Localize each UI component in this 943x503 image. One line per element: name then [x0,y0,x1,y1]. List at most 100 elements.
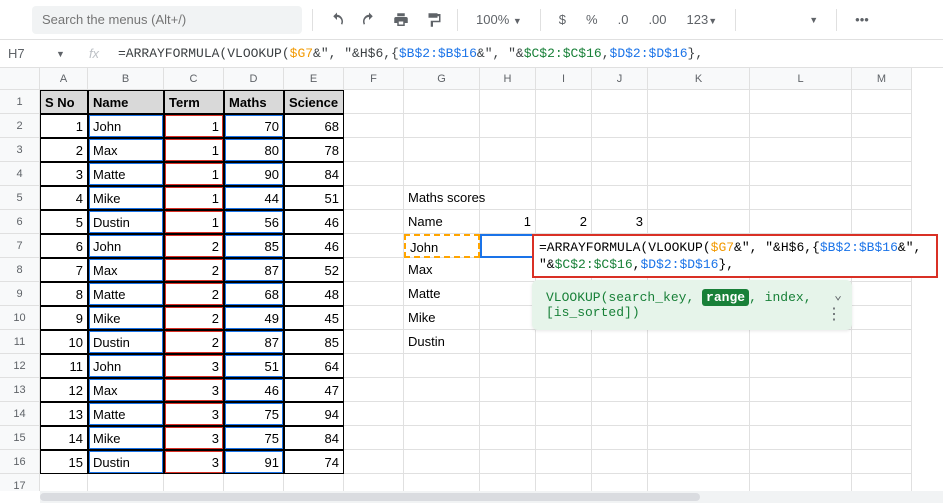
table1-cell[interactable]: 1 [164,138,224,162]
table1-cell[interactable]: 46 [224,378,284,402]
decrease-decimal-button[interactable]: .0 [610,12,637,27]
format-percent-button[interactable]: % [578,12,606,27]
column-header-J[interactable]: J [592,68,648,90]
row-header-8[interactable]: 8 [0,258,40,282]
cell[interactable] [344,210,404,234]
cell[interactable] [648,354,750,378]
print-icon[interactable] [387,6,415,34]
table1-cell[interactable]: 68 [224,282,284,306]
table1-cell[interactable]: Mike [88,306,164,330]
table1-cell[interactable]: 2 [40,138,88,162]
cell[interactable] [40,474,88,491]
cell[interactable] [536,354,592,378]
cell[interactable] [344,306,404,330]
table1-cell[interactable]: 3 [164,450,224,474]
column-header-B[interactable]: B [88,68,164,90]
cell[interactable] [750,138,852,162]
cell[interactable] [344,330,404,354]
cell[interactable] [648,426,750,450]
cell[interactable] [344,450,404,474]
table1-cell[interactable]: John [88,114,164,138]
cell[interactable] [852,114,912,138]
cell-formula-editor[interactable]: =ARRAYFORMULA(VLOOKUP($G7&", "&H$6,{$B$2… [532,234,938,278]
table1-header[interactable]: S No [40,90,88,114]
table2-name-cell[interactable]: Mike [404,306,480,330]
menu-search-input[interactable] [32,6,302,34]
cell[interactable] [344,426,404,450]
cell[interactable] [852,186,912,210]
table1-cell[interactable]: 74 [284,450,344,474]
cell[interactable] [404,474,480,491]
table1-cell[interactable]: 7 [40,258,88,282]
row-header-7[interactable]: 7 [0,234,40,258]
cell[interactable] [344,138,404,162]
table1-cell[interactable]: 1 [164,186,224,210]
column-header-C[interactable]: C [164,68,224,90]
table1-cell[interactable]: 6 [40,234,88,258]
table1-cell[interactable]: 5 [40,210,88,234]
table1-cell[interactable]: 8 [40,282,88,306]
table1-cell[interactable]: 87 [224,330,284,354]
row-header-17[interactable]: 17 [0,474,40,491]
cell[interactable] [404,426,480,450]
cell[interactable] [648,210,750,234]
table1-header[interactable]: Name [88,90,164,114]
table1-cell[interactable]: 4 [40,186,88,210]
table1-cell[interactable]: 46 [284,210,344,234]
cell[interactable] [164,474,224,491]
cell[interactable] [750,162,852,186]
row-header-12[interactable]: 12 [0,354,40,378]
cell[interactable] [750,90,852,114]
table1-cell[interactable]: Max [88,258,164,282]
column-header-K[interactable]: K [648,68,750,90]
cell[interactable] [592,138,648,162]
cell[interactable] [592,354,648,378]
table1-cell[interactable]: 49 [224,306,284,330]
cell[interactable] [592,426,648,450]
row-header-5[interactable]: 5 [0,186,40,210]
cell[interactable] [648,90,750,114]
table1-cell[interactable]: 1 [164,114,224,138]
cell[interactable] [648,450,750,474]
cell[interactable] [852,282,912,306]
cell[interactable] [480,90,536,114]
table1-cell[interactable]: Max [88,138,164,162]
cell[interactable] [344,282,404,306]
column-header-F[interactable]: F [344,68,404,90]
cell[interactable] [648,474,750,491]
column-header-L[interactable]: L [750,68,852,90]
cell[interactable] [536,138,592,162]
cell[interactable] [344,402,404,426]
cell[interactable] [404,354,480,378]
table2-title[interactable]: Maths scores [404,186,648,210]
column-header-I[interactable]: I [536,68,592,90]
cell[interactable] [480,378,536,402]
column-header-H[interactable]: H [480,68,536,90]
cell[interactable] [284,474,344,491]
table1-cell[interactable]: 3 [164,426,224,450]
table1-cell[interactable]: 47 [284,378,344,402]
row-header-3[interactable]: 3 [0,138,40,162]
cell[interactable] [480,426,536,450]
increase-decimal-button[interactable]: .00 [640,12,674,27]
format-123-button[interactable]: 123▼ [679,12,726,27]
table1-cell[interactable]: Matte [88,282,164,306]
cell[interactable] [344,186,404,210]
column-header-E[interactable]: E [284,68,344,90]
cell[interactable] [592,402,648,426]
row-header-11[interactable]: 11 [0,330,40,354]
table1-cell[interactable]: 1 [40,114,88,138]
cell[interactable] [344,90,404,114]
cell[interactable] [344,234,404,258]
table1-cell[interactable]: 64 [284,354,344,378]
table1-cell[interactable]: 94 [284,402,344,426]
cell[interactable] [592,162,648,186]
cell[interactable] [852,306,912,330]
cell[interactable] [852,90,912,114]
table1-cell[interactable]: 14 [40,426,88,450]
table1-cell[interactable]: 85 [224,234,284,258]
table1-cell[interactable]: 1 [164,162,224,186]
horizontal-scrollbar[interactable] [40,491,943,503]
row-header-1[interactable]: 1 [0,90,40,114]
table1-cell[interactable]: 3 [164,354,224,378]
